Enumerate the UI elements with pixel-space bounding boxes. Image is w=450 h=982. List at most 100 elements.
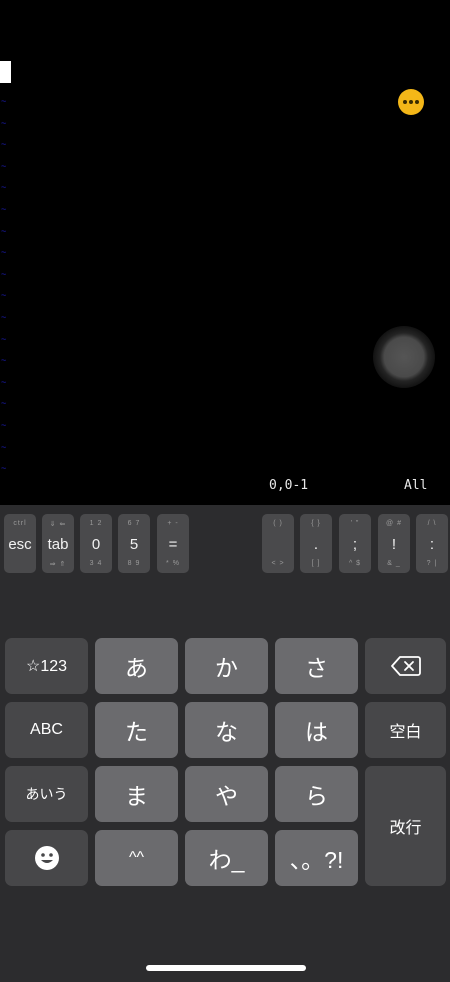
extra-key-swipe-down-labels: 8 9 xyxy=(127,560,141,567)
home-indicator[interactable] xyxy=(146,965,306,971)
tilde-marker: ~ xyxy=(1,118,7,129)
tilde-marker: ~ xyxy=(1,269,7,280)
key-label: 改行 xyxy=(389,820,422,837)
key-label: あ xyxy=(125,655,148,681)
cursor-position: 0,0-1 xyxy=(269,478,309,493)
tilde-marker: ~ xyxy=(1,377,7,388)
symbols-key[interactable]: ☆123 xyxy=(5,638,88,694)
extra-key-tab[interactable]: ⇓ ⇐ tab ⇒ ⇑ xyxy=(42,514,74,573)
tilde-marker: ~ xyxy=(1,312,7,323)
key-label: な xyxy=(215,719,238,745)
extra-key-swipe-down-labels: * % xyxy=(166,560,180,567)
kana-sa-key[interactable]: さ xyxy=(275,638,358,694)
extra-key-swipe-down-labels: < > xyxy=(271,560,285,567)
return-key[interactable]: 改行 xyxy=(365,766,446,886)
extra-key-label: 5 xyxy=(129,536,139,553)
extra-key-swipe-up-labels: ' " xyxy=(350,520,360,527)
extra-key-5[interactable]: 6 7 5 8 9 xyxy=(118,514,150,573)
extra-key-swipe-up-labels: ( ) xyxy=(273,520,283,527)
abc-key[interactable]: ABC xyxy=(5,702,88,758)
tilde-marker: ~ xyxy=(1,97,7,107)
extra-key-swipe-up-labels: 1 2 xyxy=(89,520,103,527)
extra-key-swipe-up-labels: / \ xyxy=(427,520,437,527)
extra-key-paren[interactable]: ( ) < > xyxy=(262,514,294,573)
extra-key-swipe-down-labels: ⇒ ⇑ xyxy=(49,561,67,568)
kana-ha-key[interactable]: は xyxy=(275,702,358,758)
terminal-view[interactable]: ~ ~ ~ ~ ~ ~ ~ ~ ~ ~ ~ ~ ~ ~ ~ ~ ~ ~ 0,0-1 All xyxy=(0,0,450,505)
tilde-marker: ~ xyxy=(1,161,7,172)
kana-ta-key[interactable]: た xyxy=(95,702,178,758)
extra-key-swipe-up-labels: + - xyxy=(167,520,179,527)
kana-wa-key[interactable]: わ_ xyxy=(185,830,268,886)
extra-keys-bar: ctrl esc ⇓ ⇐ tab ⇒ ⇑ 1 2 0 3 4 6 7 5 8 9 + - = * % ( )… xyxy=(0,505,450,575)
key-label: ☆123 xyxy=(25,658,68,675)
extra-key-equals[interactable]: + - = * % xyxy=(157,514,189,573)
extra-key-label: ; xyxy=(352,536,358,553)
key-label: ら xyxy=(305,783,328,809)
extra-key-semicolon[interactable]: ' "; ^ $ xyxy=(339,514,371,573)
key-label: わ_ xyxy=(208,847,245,873)
key-label: あいう xyxy=(25,786,68,802)
extra-key-label: tab xyxy=(47,536,69,553)
tilde-marker: ~ xyxy=(1,140,7,151)
text-cursor xyxy=(0,61,11,83)
tilde-marker: ~ xyxy=(1,204,7,215)
kana-ya-key[interactable]: や xyxy=(185,766,268,822)
kaomoji-key[interactable]: ^^ xyxy=(95,830,178,886)
emoji-key[interactable] xyxy=(5,830,88,886)
tilde-marker: ~ xyxy=(1,226,7,237)
key-label: 空白 xyxy=(389,724,422,741)
extra-key-colon[interactable]: / \: ? | xyxy=(416,514,448,573)
extra-key-label: ! xyxy=(391,536,397,553)
extra-key-brace[interactable]: { }. [ ] xyxy=(300,514,332,573)
hiragana-mode-key[interactable]: あいう xyxy=(5,766,88,822)
tilde-marker: ~ xyxy=(1,442,7,453)
kana-a-key[interactable]: あ xyxy=(95,638,178,694)
extra-key-swipe-up-labels: { } xyxy=(311,520,321,527)
kana-na-key[interactable]: な xyxy=(185,702,268,758)
kana-ka-key[interactable]: か xyxy=(185,638,268,694)
extra-key-swipe-down-labels: [ ] xyxy=(311,560,321,567)
key-label: さ xyxy=(305,655,328,681)
extra-key-esc[interactable]: ctrl esc xyxy=(4,514,36,573)
extra-key-label: = xyxy=(168,536,178,553)
key-label: や xyxy=(215,783,238,809)
extra-key-label: esc xyxy=(8,536,32,553)
kana-ra-key[interactable]: ら xyxy=(275,766,358,822)
key-label: ^^ xyxy=(128,849,144,866)
tilde-marker: ~ xyxy=(1,399,7,410)
view-indicator: All xyxy=(404,478,428,493)
key-label: ま xyxy=(125,783,148,809)
tilde-marker: ~ xyxy=(1,356,7,367)
key-label: は xyxy=(305,719,328,745)
punctuation-key[interactable]: 、。?! xyxy=(275,830,358,886)
space-key[interactable]: 空白 xyxy=(365,702,446,758)
extra-key-swipe-down-labels: ? | xyxy=(426,560,438,567)
kana-ma-key[interactable]: ま xyxy=(95,766,178,822)
empty-line-markers: ~ ~ ~ ~ ~ ~ ~ ~ ~ ~ ~ ~ ~ ~ ~ ~ ~ ~ xyxy=(1,92,11,481)
extra-key-swipe-down-labels: 3 4 xyxy=(89,560,103,567)
extra-key-swipe-down-labels: ^ $ xyxy=(348,560,362,567)
key-label: 、。?! xyxy=(289,847,344,873)
backspace-icon xyxy=(390,656,421,676)
tilde-marker: ~ xyxy=(1,420,7,431)
key-label: た xyxy=(125,719,148,745)
key-label: か xyxy=(215,655,238,681)
tilde-marker: ~ xyxy=(1,291,7,302)
tilde-marker: ~ xyxy=(1,248,7,259)
extra-key-swipe-down-labels: & _ xyxy=(387,560,401,567)
backspace-key[interactable] xyxy=(365,638,446,694)
extra-key-swipe-up-labels: ⇓ ⇐ xyxy=(49,521,67,528)
extra-key-0[interactable]: 1 2 0 3 4 xyxy=(80,514,112,573)
extra-key-exclaim[interactable]: @ #! & _ xyxy=(378,514,410,573)
extra-key-swipe-up-labels: @ # xyxy=(386,520,402,527)
emoji-icon xyxy=(34,846,59,870)
extra-key-swipe-up-labels: ctrl xyxy=(13,520,27,527)
extra-key-label: 0 xyxy=(91,536,101,553)
tilde-marker: ~ xyxy=(1,183,7,194)
key-label: ABC xyxy=(30,721,63,738)
trackpad-icon[interactable] xyxy=(373,326,435,388)
extra-key-label: : xyxy=(429,536,435,553)
ellipsis-icon[interactable] xyxy=(398,89,424,115)
tilde-marker: ~ xyxy=(1,334,7,345)
